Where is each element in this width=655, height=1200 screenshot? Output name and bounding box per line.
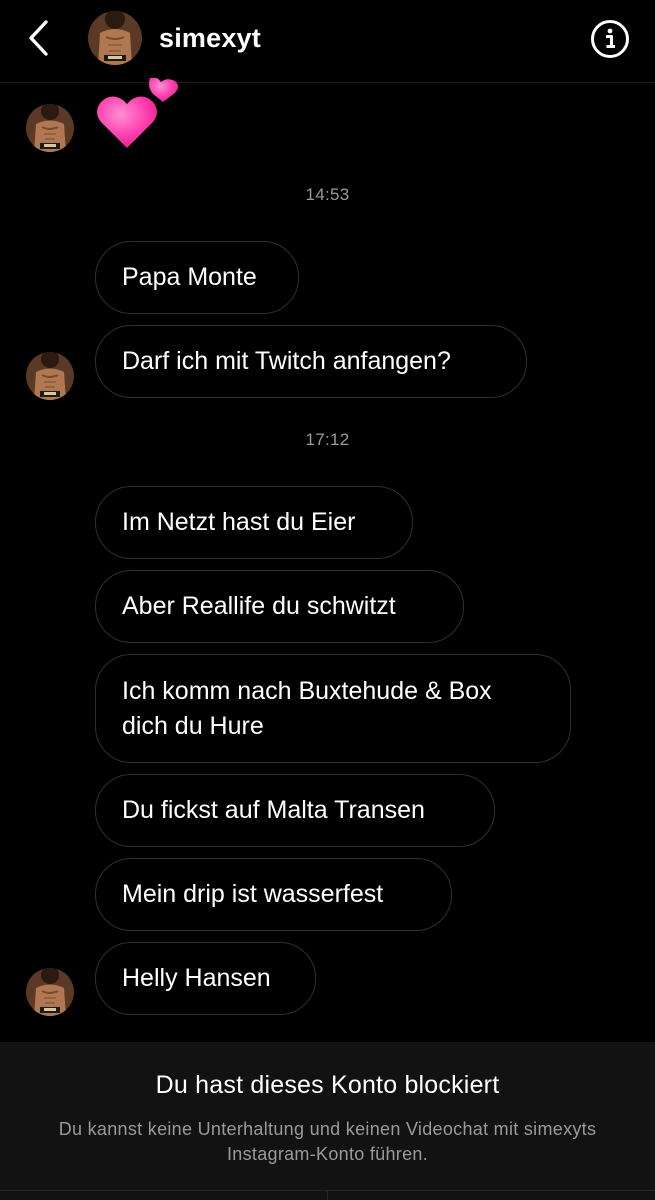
- message-bubble[interactable]: Mein drip ist wasserfest: [95, 858, 452, 931]
- message-bubble[interactable]: Im Netzt hast du Eier: [95, 486, 413, 559]
- timestamp: 14:53: [305, 185, 350, 204]
- chevron-left-icon: [29, 20, 48, 56]
- message-bubble[interactable]: Helly Hansen: [95, 942, 316, 1015]
- timestamp: 17:12: [305, 430, 350, 449]
- info-circle-icon: [591, 20, 629, 58]
- message-text: Ich komm nach Buxtehude & Box dich du Hu…: [122, 676, 492, 740]
- info-button[interactable]: [589, 18, 631, 60]
- message-text: Darf ich mit Twitch anfangen?: [122, 347, 451, 375]
- message-text: Du fickst auf Malta Transen: [122, 796, 425, 824]
- blocked-description: Du kannst keine Unterhaltung und keinen …: [58, 1119, 597, 1164]
- message-text: Helly Hansen: [122, 964, 271, 992]
- blocked-title: Du hast dieses Konto blockiert: [155, 1071, 500, 1099]
- message-bubble[interactable]: Ich komm nach Buxtehude & Box dich du Hu…: [95, 654, 571, 763]
- message-text: Im Netzt hast du Eier: [122, 508, 356, 536]
- sender-avatar[interactable]: [26, 104, 74, 152]
- profile-avatar[interactable]: [88, 11, 142, 65]
- back-button[interactable]: [22, 18, 58, 58]
- pink-hearts-emoji: [95, 77, 185, 153]
- message-bubble[interactable]: Papa Monte: [95, 241, 299, 314]
- message-bubble[interactable]: Darf ich mit Twitch anfangen?: [95, 325, 527, 398]
- message-text: Aber Reallife du schwitzt: [122, 592, 396, 620]
- message-bubble[interactable]: Du fickst auf Malta Transen: [95, 774, 495, 847]
- sender-avatar[interactable]: [26, 352, 74, 400]
- chat-username[interactable]: simexyt: [159, 23, 261, 54]
- message-bubble[interactable]: Aber Reallife du schwitzt: [95, 570, 464, 643]
- message-text: Mein drip ist wasserfest: [122, 880, 384, 908]
- message-text: Papa Monte: [122, 263, 257, 291]
- divider: [327, 1191, 328, 1200]
- chat-header: simexyt: [0, 0, 655, 83]
- blocked-account-banner: Du hast dieses Konto blockiert Du kannst…: [0, 1042, 655, 1200]
- sender-avatar[interactable]: [26, 968, 74, 1016]
